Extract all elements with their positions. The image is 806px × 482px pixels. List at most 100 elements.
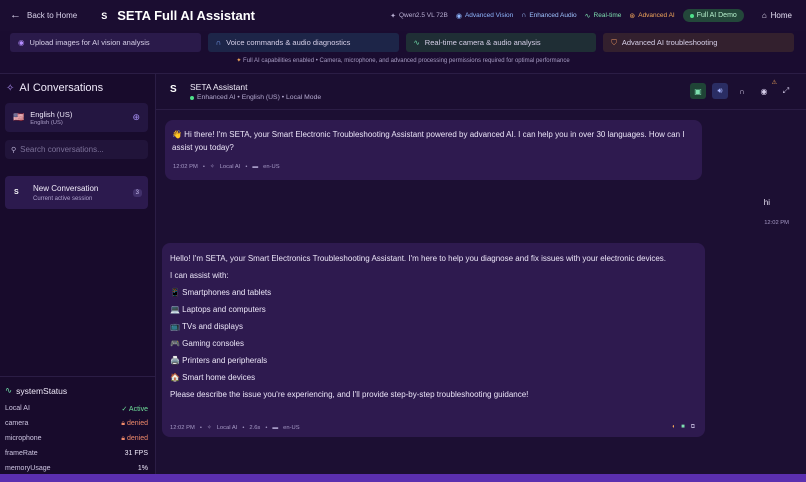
- sparkle-icon: ✧: [6, 82, 15, 94]
- chat-header: S SETA Assistant Enhanced AI • English (…: [156, 74, 806, 110]
- status-value-text: denied: [126, 435, 148, 442]
- status-row-microphone: microphone 🔒︎ denied: [5, 435, 148, 443]
- bottom-accent-bar: [0, 474, 806, 482]
- home-label: Home: [770, 11, 792, 20]
- eye-icon: ◉: [18, 38, 25, 47]
- message-time: 12:02 PM: [170, 425, 195, 431]
- message-source: Local AI: [216, 425, 238, 431]
- message-duration: 2.6s: [249, 425, 261, 431]
- list-item: 📺 TVs and displays: [170, 322, 243, 331]
- message-time: 12:02 PM: [173, 164, 198, 170]
- conversation-title: New Conversation: [33, 183, 99, 193]
- assistant-message: 👋 Hi there! I'm SETA, your Smart Electro…: [165, 120, 702, 180]
- status-value: 31 FPS: [124, 450, 148, 457]
- cpu-icon: ✧: [209, 164, 215, 170]
- status-row-memory: memoryUsage 1%: [5, 465, 148, 472]
- realtime-badge: ∿ Real-time: [585, 12, 622, 20]
- status-label: memoryUsage: [5, 465, 51, 472]
- shield-icon: ⛉: [611, 37, 617, 47]
- cpu-icon: ✧: [206, 425, 212, 431]
- eye-icon: ◉: [760, 86, 768, 96]
- sidebar-title-text: AI Conversations: [19, 82, 104, 94]
- capability-badges: ✦ Qwen2.5 VL 72B ◉ Advanced Vision ∩ Enh…: [390, 8, 798, 23]
- flag-icon: 🇺🇸: [13, 112, 25, 122]
- feature-troubleshooting[interactable]: ⛉ Advanced AI troubleshooting: [603, 33, 794, 52]
- full-ai-demo-badge: Full AI Demo: [682, 9, 744, 22]
- headphones-icon: ∩: [521, 12, 527, 19]
- language-subtitle: English (US): [30, 119, 63, 126]
- flag-icon: ▬: [272, 425, 279, 431]
- search-input[interactable]: [20, 145, 141, 154]
- message-meta: 12:02 PM • ✧ Local AI • 2.6s • ▬ en-US: [170, 425, 300, 431]
- feature-voice-commands[interactable]: ∩ Voice commands & audio diagnostics: [207, 33, 399, 52]
- audio-badge: ∩ Enhanced Audio: [521, 12, 576, 19]
- fullscreen-button[interactable]: ⤢: [778, 83, 794, 99]
- feature-realtime-analysis[interactable]: ∿ Real-time camera & audio analysis: [405, 33, 597, 52]
- message-actions: ◖ ■ ⧉: [671, 424, 695, 431]
- realtime-badge-label: Real-time: [593, 12, 622, 19]
- feature-label: Voice commands & audio diagnostics: [226, 38, 351, 47]
- speaker-button[interactable]: 🔊︎: [712, 83, 728, 99]
- assistant-message: Hello! I'm SETA, your Smart Electronics …: [162, 243, 705, 437]
- headphones-button[interactable]: ∩: [734, 83, 750, 99]
- separator-dot: •: [242, 425, 245, 431]
- language-selector[interactable]: 🇺🇸 English (US) English (US) ⊕: [5, 103, 148, 132]
- user-message-time: 12:02 PM: [764, 220, 789, 226]
- model-badge-label: Qwen2.5 VL 72B: [398, 12, 448, 19]
- vision-badge: ◉ Advanced Vision: [456, 12, 513, 20]
- activity-icon: ∿: [413, 38, 420, 47]
- speak-icon[interactable]: ◖: [671, 424, 675, 431]
- model-badge: ✦ Qwen2.5 VL 72B: [390, 12, 448, 20]
- list-item: 💻 Laptops and computers: [170, 305, 266, 314]
- image-upload-button[interactable]: ▣: [690, 83, 706, 99]
- brain-icon: ⊛: [629, 12, 636, 20]
- chat-toolbar: ▣ 🔊︎ ∩ ◉ ⤢: [690, 83, 794, 99]
- eye-icon: ◉: [455, 12, 462, 20]
- status-label: microphone: [5, 435, 42, 442]
- feature-label: Advanced AI troubleshooting: [621, 38, 718, 47]
- separator-dot: •: [202, 164, 205, 170]
- copy-icon[interactable]: ⧉: [691, 424, 695, 431]
- system-status-title-text: systemStatus: [16, 385, 68, 396]
- stop-icon[interactable]: ■: [681, 424, 685, 431]
- flag-icon: ▬: [252, 164, 259, 170]
- headphones-icon: ∩: [739, 86, 745, 96]
- advanced-ai-badge-label: Advanced AI: [638, 12, 675, 19]
- list-item: 🎮 Gaming consoles: [170, 339, 244, 348]
- home-button[interactable]: ⌂ Home: [756, 8, 798, 23]
- assistant-subtitle: Enhanced AI • English (US) • Local Mode: [190, 94, 321, 101]
- separator-dot: •: [245, 164, 248, 170]
- conversation-item[interactable]: S New Conversation Current active sessio…: [5, 176, 148, 209]
- conversation-avatar: S: [14, 189, 19, 196]
- conversation-subtitle: Current active session: [33, 195, 93, 202]
- activity-icon: ∿: [5, 385, 13, 395]
- back-to-home-button[interactable]: ← Back to Home: [10, 10, 77, 21]
- app-logo: S: [101, 10, 108, 21]
- status-row-camera: camera 🔒︎ denied: [5, 420, 148, 428]
- status-dot-icon: [689, 13, 694, 18]
- status-value: ✓ Active: [121, 406, 149, 413]
- vision-button[interactable]: ◉: [756, 83, 772, 99]
- status-label: Local AI: [5, 405, 30, 412]
- separator-dot: •: [265, 425, 268, 431]
- permissions-note: ✦ Full AI capabilities enabled • Camera,…: [0, 57, 806, 64]
- list-item: 🖨️ Printers and peripherals: [170, 356, 268, 365]
- sparkle-icon: ✦: [390, 12, 396, 20]
- message-meta: 12:02 PM • ✧ Local AI • ▬ en-US: [173, 164, 280, 170]
- top-bar: ← Back to Home S SETA Full AI Assistant …: [0, 0, 806, 31]
- back-label: Back to Home: [27, 11, 78, 20]
- message-lang: en-US: [263, 164, 280, 170]
- language-name: English (US): [30, 109, 73, 119]
- expand-icon: ⤢: [782, 86, 790, 95]
- assistant-avatar: S: [170, 84, 177, 95]
- home-icon: ⌂: [761, 11, 767, 20]
- list-item: 📱 Smartphones and tablets: [170, 288, 272, 297]
- permissions-note-text: Full AI capabilities enabled • Camera, m…: [243, 58, 570, 64]
- assistant-name: SETA Assistant: [190, 82, 248, 92]
- globe-icon[interactable]: ⊕: [132, 112, 140, 123]
- feature-image-upload[interactable]: ◉ Upload images for AI vision analysis: [10, 33, 201, 52]
- search-icon: ⚲: [11, 146, 17, 154]
- message-text: Hello! I'm SETA, your Smart Electronics …: [170, 254, 667, 263]
- audio-badge-label: Enhanced Audio: [529, 12, 577, 19]
- arrow-left-icon: ←: [10, 9, 21, 21]
